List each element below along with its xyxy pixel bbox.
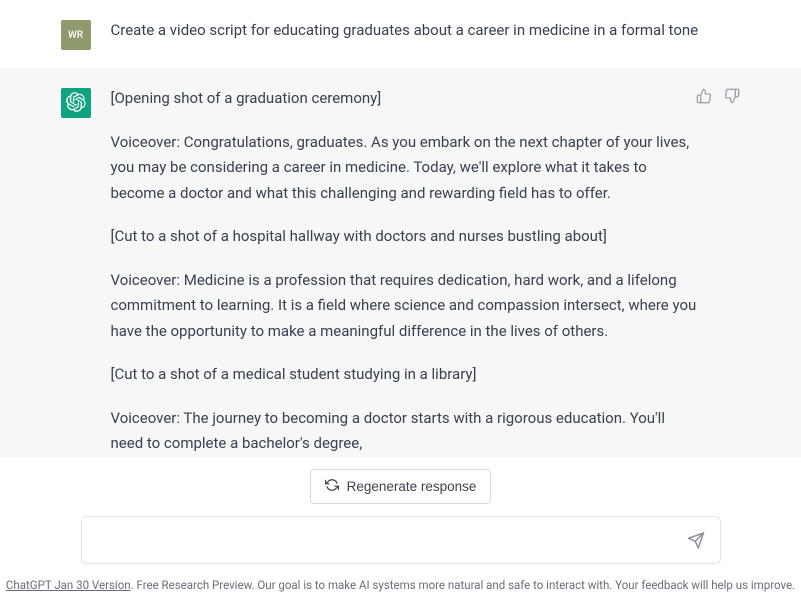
refresh-icon (325, 478, 339, 495)
user-prompt-text: Create a video script for educating grad… (111, 21, 699, 39)
assistant-paragraph: [Opening shot of a graduation ceremony] (111, 86, 701, 112)
feedback-controls (695, 88, 741, 106)
assistant-paragraph: Voiceover: Medicine is a profession that… (111, 268, 701, 345)
regenerate-label: Regenerate response (347, 479, 477, 494)
assistant-message-row: [Opening shot of a graduation ceremony] … (0, 68, 801, 470)
thumbs-down-icon (724, 88, 740, 107)
bottom-panel: Regenerate response ChatGPT Jan 30 Versi… (0, 457, 801, 602)
conversation: WR Create a video script for educating g… (0, 0, 801, 470)
assistant-paragraph: [Cut to a shot of a medical student stud… (111, 362, 701, 388)
regenerate-button[interactable]: Regenerate response (310, 469, 492, 504)
version-link[interactable]: ChatGPT Jan 30 Version (6, 578, 131, 592)
assistant-paragraph: Voiceover: Congratulations, graduates. A… (111, 130, 701, 207)
user-message-content: Create a video script for educating grad… (111, 18, 741, 50)
send-icon (687, 532, 705, 553)
thumbs-down-button[interactable] (723, 88, 741, 106)
thumbs-up-icon (696, 88, 712, 107)
openai-icon (66, 92, 86, 115)
assistant-avatar (61, 88, 91, 118)
assistant-message-content: [Opening shot of a graduation ceremony] … (111, 86, 741, 457)
user-avatar: WR (61, 20, 91, 50)
user-initials: WR (68, 30, 83, 41)
chat-input-wrap (81, 516, 721, 568)
assistant-paragraph: [Cut to a shot of a hospital hallway wit… (111, 224, 701, 250)
conversation-scroll: WR Create a video script for educating g… (0, 0, 801, 470)
footer-disclaimer: ChatGPT Jan 30 Version. Free Research Pr… (6, 578, 795, 592)
chat-input[interactable] (81, 516, 721, 564)
user-message-row: WR Create a video script for educating g… (0, 0, 801, 68)
footer-text: . Free Research Preview. Our goal is to … (131, 578, 795, 592)
thumbs-up-button[interactable] (695, 88, 713, 106)
send-button[interactable] (683, 528, 709, 557)
assistant-paragraph: Voiceover: The journey to becoming a doc… (111, 406, 701, 457)
